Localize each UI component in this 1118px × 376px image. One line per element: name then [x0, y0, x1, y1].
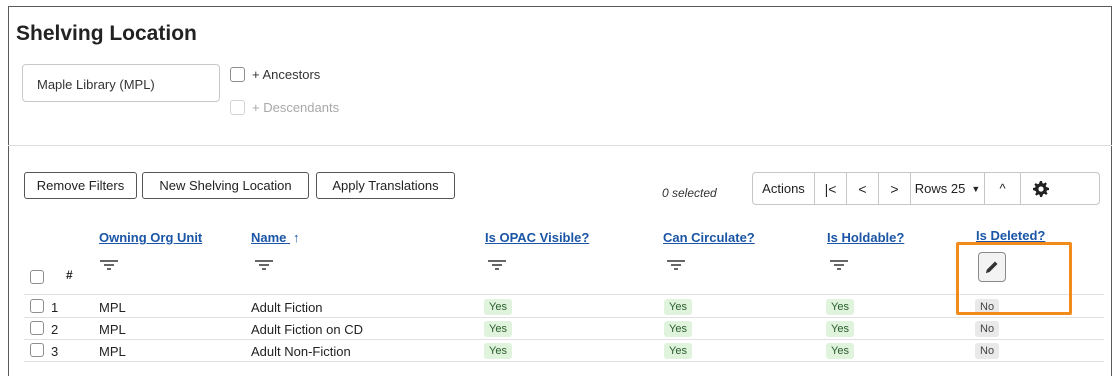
ancestors-label: + Ancestors	[252, 67, 321, 82]
apply-translations-button[interactable]: Apply Translations	[316, 172, 455, 199]
can-circulate-badge: Yes	[664, 299, 692, 315]
name-cell: Adult Fiction	[251, 300, 323, 315]
name-cell: Adult Non-Fiction	[251, 344, 351, 359]
holdable-badge: Yes	[826, 299, 854, 315]
grid-toolbar: Actions |< < > Rows 25 ▼ ^	[752, 172, 1100, 205]
sort-ascending-icon: ↑	[293, 230, 300, 245]
column-header-can-circulate[interactable]: Can Circulate?	[663, 230, 755, 245]
table-row[interactable]: 3 MPL Adult Non-Fiction Yes Yes Yes No	[24, 340, 1104, 362]
first-page-button[interactable]: |<	[815, 173, 847, 204]
row-checkbox[interactable]	[30, 321, 44, 335]
filter-icon[interactable]	[255, 258, 273, 272]
ancestors-option[interactable]: + Ancestors	[230, 67, 320, 82]
header-separator	[24, 294, 1104, 295]
owning-org-unit-cell: MPL	[99, 322, 126, 337]
highlight-box	[956, 242, 1072, 315]
opac-visible-badge: Yes	[484, 343, 512, 359]
column-header-is-holdable[interactable]: Is Holdable?	[827, 230, 904, 245]
column-header-owning-org-unit[interactable]: Owning Org Unit	[99, 230, 202, 245]
row-number-header: #	[66, 268, 73, 282]
column-header-is-opac-visible[interactable]: Is OPAC Visible?	[485, 230, 589, 245]
row-separator	[24, 361, 1104, 362]
owning-org-unit-cell: MPL	[99, 300, 126, 315]
holdable-badge: Yes	[826, 321, 854, 337]
filter-icon[interactable]	[667, 258, 685, 272]
name-cell: Adult Fiction on CD	[251, 322, 363, 337]
holdable-badge: Yes	[826, 343, 854, 359]
selected-count: 0 selected	[662, 186, 717, 200]
previous-page-button[interactable]: <	[847, 173, 879, 204]
filter-icon[interactable]	[100, 258, 118, 272]
rows-per-page-label: Rows 25	[914, 181, 966, 196]
row-checkbox[interactable]	[30, 299, 44, 313]
caret-down-icon: ▼	[971, 183, 981, 194]
can-circulate-badge: Yes	[664, 321, 692, 337]
descendants-label: + Descendants	[252, 100, 340, 115]
can-circulate-badge: Yes	[664, 343, 692, 359]
collapse-button[interactable]: ^	[985, 173, 1021, 204]
grid-settings-button[interactable]	[1021, 173, 1061, 204]
select-all-checkbox[interactable]	[30, 270, 44, 287]
previous-page-icon: <	[858, 180, 867, 197]
next-page-button[interactable]: >	[879, 173, 911, 204]
page-title: Shelving Location	[16, 22, 197, 45]
rows-per-page-dropdown[interactable]: Rows 25 ▼	[911, 173, 985, 204]
remove-filters-button[interactable]: Remove Filters	[24, 172, 137, 199]
column-header-name[interactable]: Name ↑	[251, 230, 300, 245]
descendants-checkbox	[230, 100, 245, 115]
opac-visible-badge: Yes	[484, 299, 512, 315]
org-unit-selector[interactable]: Maple Library (MPL)	[22, 64, 220, 102]
column-header-is-deleted[interactable]: Is Deleted?	[976, 228, 1045, 243]
first-page-icon: |<	[824, 180, 837, 197]
table-row[interactable]: 1 MPL Adult Fiction Yes Yes Yes No	[24, 296, 1104, 318]
opac-visible-badge: Yes	[484, 321, 512, 337]
row-number: 2	[51, 322, 59, 337]
chevron-up-icon: ^	[999, 181, 1006, 196]
table-row[interactable]: 2 MPL Adult Fiction on CD Yes Yes Yes No	[24, 318, 1104, 340]
new-shelving-location-button[interactable]: New Shelving Location	[142, 172, 309, 199]
actions-button[interactable]: Actions	[753, 173, 815, 204]
next-page-icon: >	[890, 180, 899, 197]
descendants-option: + Descendants	[230, 100, 339, 115]
filter-icon[interactable]	[830, 258, 848, 272]
filter-icon[interactable]	[488, 258, 506, 272]
row-number: 1	[51, 300, 59, 315]
column-header-name-label: Name	[251, 230, 287, 245]
deleted-badge: No	[975, 343, 1000, 359]
gear-icon	[1033, 180, 1049, 197]
section-divider	[8, 145, 1112, 146]
deleted-badge: No	[975, 321, 1000, 337]
owning-org-unit-cell: MPL	[99, 344, 126, 359]
ancestors-checkbox[interactable]	[230, 67, 245, 82]
row-number: 3	[51, 344, 59, 359]
row-checkbox[interactable]	[30, 343, 44, 357]
